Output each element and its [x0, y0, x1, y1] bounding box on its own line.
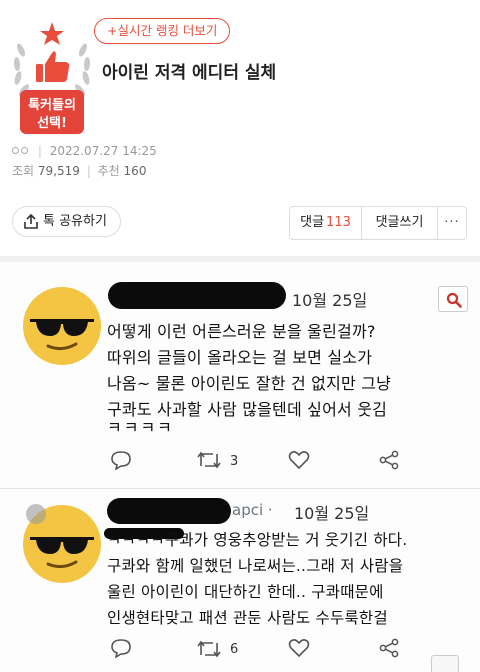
write-comment-button[interactable]: 댓글쓰기: [362, 207, 438, 239]
meta-separator: |: [37, 144, 42, 158]
share-nodes-icon[interactable]: [378, 638, 400, 658]
redacted-username: [107, 498, 231, 524]
redacted-username: [108, 282, 286, 309]
tweet-text-line: 따위의 글들이 올라오는 걸 보면 실소가: [107, 348, 373, 367]
comments-label: 댓글: [300, 215, 325, 230]
reply-icon[interactable]: [110, 450, 132, 470]
views-count: 79,519: [37, 164, 80, 178]
search-button[interactable]: [438, 286, 468, 312]
tweet-text-line: 어떻게 이런 어른스러운 분을 울린걸까?: [107, 322, 376, 341]
tweet-screenshot: 10월 25일 어떻게 이런 어른스러운 분을 울린걸까? 따위의 글들이 올라…: [0, 262, 480, 672]
share-nodes-icon[interactable]: [378, 450, 400, 470]
tweet-text-line: 구콰와 함께 일했던 나로써는..그래 저 사람을: [107, 557, 404, 575]
heart-icon[interactable]: [288, 450, 310, 470]
share-icon: [24, 214, 38, 229]
sunglasses-emoji-avatar: [23, 504, 101, 583]
comments-button[interactable]: 댓글 113: [290, 207, 362, 239]
comments-count: 113: [326, 215, 351, 230]
toker-choice-badge: 톡커들의 선택!: [12, 20, 92, 138]
tweet-text-line: ㅋㅋㅋㅋ: [107, 418, 174, 437]
retweet-icon[interactable]: [196, 640, 222, 658]
comment-action-group: 댓글 113 댓글쓰기 ···: [289, 206, 467, 240]
realtime-ranking-link[interactable]: +실시간 랭킹 더보기: [94, 18, 231, 44]
retweet-count: 3: [230, 454, 239, 469]
views-label: 조회: [12, 164, 35, 178]
tweet-separator: [0, 488, 480, 489]
tweet-text-line: 나옴~ 물론 아이린도 잘한 건 없지만 그냥: [107, 374, 392, 393]
recs-label: 추천: [97, 164, 120, 178]
share-label: 톡 공유하기: [43, 214, 107, 229]
post-title: 아이린 저격 에디터 실체: [102, 63, 277, 83]
heart-icon[interactable]: [288, 638, 310, 658]
tweet-date: 10월 25일: [292, 291, 368, 310]
thumbs-up-laurel-icon: 톡커들의 선택!: [13, 22, 91, 134]
retweet-count: 6: [230, 642, 239, 657]
meta-separator: |: [86, 164, 91, 178]
retweet-icon[interactable]: [196, 451, 222, 469]
badge-line1: 톡커들의: [28, 97, 76, 113]
post-meta-line: ㅇㅇ | 2022.07.27 14:25: [12, 144, 157, 158]
post-date: 2022.07.27 14:25: [49, 144, 157, 158]
tweet-date: 10월 25일: [294, 504, 370, 523]
tweet-handle: apci ·: [232, 501, 273, 519]
badge-line2: 선택!: [37, 115, 67, 131]
reply-icon[interactable]: [110, 638, 132, 658]
more-button[interactable]: ···: [438, 207, 466, 239]
ring-icon: [21, 147, 28, 154]
tweet-text-line: 울린 아이린이 대단하긴 한데.. 구콰때문에: [107, 583, 384, 601]
scroll-top-button[interactable]: [431, 655, 459, 672]
recs-count: 160: [123, 164, 147, 178]
tweet-text-line: ㅋㅋㅋㅋ구콰가 영웅추앙받는 거 웃기긴 하다.: [107, 531, 408, 549]
sunglasses-emoji-avatar: [23, 287, 101, 365]
ring-icon: [12, 147, 19, 154]
tweet-text-line: 인생현타맞고 패션 관둔 사람도 수두룩한걸: [107, 609, 388, 627]
search-icon: [446, 292, 462, 308]
post-stats: 조회 79,519 | 추천 160: [12, 162, 146, 179]
share-button[interactable]: 톡 공유하기: [12, 206, 121, 237]
